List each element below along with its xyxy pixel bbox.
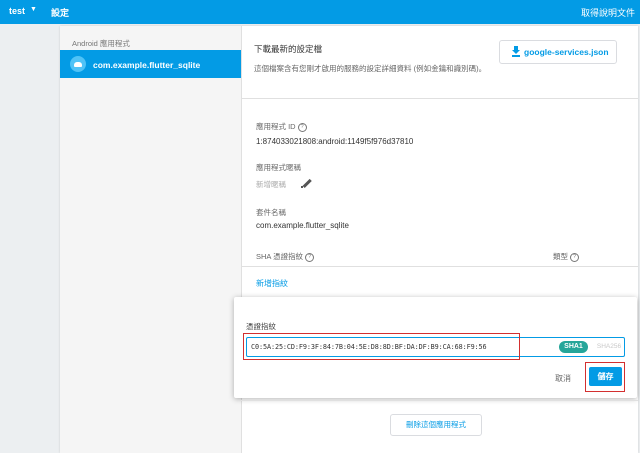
add-fingerprint-dialog: 憑證指紋 C0:5A:25:CD:F9:3F:84:7B:04:5E:D8:8D… bbox=[234, 297, 637, 398]
sha-fingerprint-header: SHA 憑證指紋? bbox=[256, 251, 315, 262]
package-value: com.example.flutter_sqlite bbox=[256, 221, 349, 230]
app-sidebar: Android 應用程式 com.example.flutter_sqlite bbox=[60, 26, 242, 453]
download-icon bbox=[512, 46, 520, 57]
divider bbox=[241, 98, 638, 99]
help-icon[interactable]: ? bbox=[305, 252, 315, 262]
pencil-icon[interactable] bbox=[301, 178, 313, 188]
divider bbox=[241, 400, 638, 401]
help-icon[interactable]: ? bbox=[570, 252, 579, 262]
sidebar-item-app[interactable]: com.example.flutter_sqlite bbox=[60, 50, 241, 78]
chevron-down-icon[interactable]: ▼ bbox=[30, 6, 37, 13]
sha-fingerprint-header-text: SHA 憑證指紋 bbox=[256, 252, 304, 261]
sha-type-header-text: 類型 bbox=[553, 252, 568, 261]
sha256-chip[interactable]: SHA256 bbox=[595, 341, 623, 353]
project-selector[interactable]: test bbox=[9, 6, 25, 16]
app-id-label-text: 應用程式 ID bbox=[256, 122, 296, 131]
android-icon bbox=[70, 56, 86, 72]
nickname-label: 應用程式暱稱 bbox=[256, 163, 301, 172]
divider bbox=[241, 266, 638, 267]
top-bar: test ▼ 設定 取得說明文件 bbox=[0, 0, 640, 24]
fingerprint-field-label: 憑證指紋 bbox=[246, 322, 276, 331]
page-title: 設定 bbox=[51, 8, 70, 18]
highlight-box-save bbox=[585, 362, 625, 392]
docs-link[interactable]: 取得說明文件 bbox=[581, 6, 635, 19]
download-description: 這個檔案含有您剛才啟用的服務的設定詳細資料 (例如金鑰和識別碼)。 bbox=[254, 64, 487, 73]
app-id-value: 1:874033021808:android:1149f5f976d37810 bbox=[256, 137, 414, 146]
highlight-box-fingerprint bbox=[243, 333, 520, 360]
app-id-label: 應用程式 ID? bbox=[256, 121, 307, 132]
cancel-button[interactable]: 取消 bbox=[555, 373, 571, 384]
sidebar-section-title: Android 應用程式 bbox=[72, 39, 130, 48]
package-label: 套件名稱 bbox=[256, 208, 286, 217]
sidebar-item-label: com.example.flutter_sqlite bbox=[93, 60, 201, 70]
add-fingerprint-link[interactable]: 新增指紋 bbox=[256, 278, 288, 289]
download-button-label: google-services.json bbox=[524, 47, 609, 57]
help-icon[interactable]: ? bbox=[297, 122, 307, 132]
sha1-chip[interactable]: SHA1 bbox=[559, 341, 588, 353]
download-title: 下載最新的設定檔 bbox=[254, 44, 323, 54]
nickname-placeholder[interactable]: 新增暱稱 bbox=[256, 179, 286, 190]
download-config-button[interactable]: google-services.json bbox=[499, 40, 617, 64]
delete-app-button[interactable]: 刪除這個應用程式 bbox=[390, 414, 482, 436]
sha-type-header: 類型? bbox=[553, 251, 579, 262]
